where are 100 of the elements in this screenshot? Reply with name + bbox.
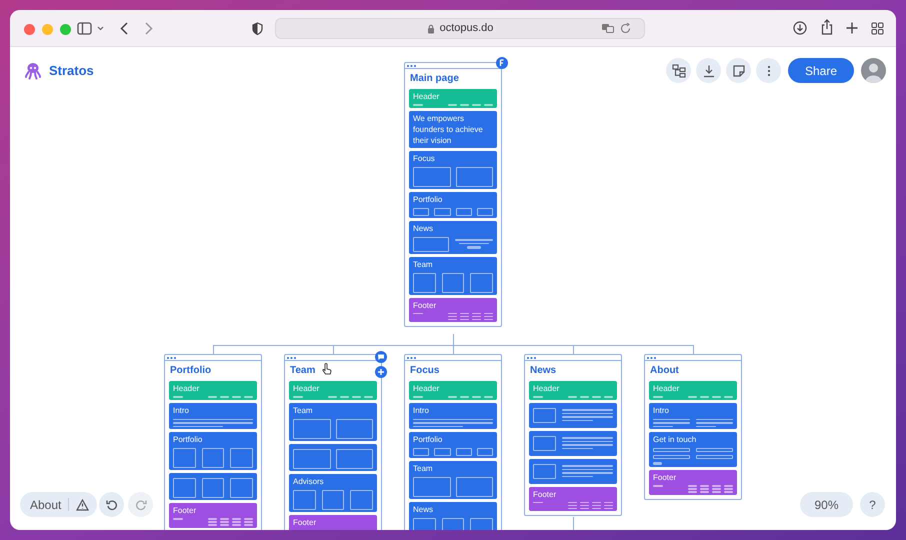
section-label: Header xyxy=(413,383,440,394)
block-section[interactable]: Intro xyxy=(169,402,257,429)
section-label: Get in touch xyxy=(653,434,698,445)
block-section[interactable] xyxy=(529,430,617,456)
section-label: Footer xyxy=(533,488,558,500)
page-title: Focus xyxy=(410,364,440,378)
page-title: Portfolio xyxy=(170,364,212,378)
section-label: Header xyxy=(293,383,320,394)
lock-icon xyxy=(426,24,435,34)
forward-icon[interactable] xyxy=(145,22,153,35)
block-section[interactable]: Focus xyxy=(409,150,497,188)
add-icon[interactable] xyxy=(375,366,387,378)
reload-icon[interactable] xyxy=(620,23,631,34)
header-section[interactable]: Header xyxy=(409,89,497,108)
download-icon[interactable] xyxy=(793,21,807,35)
download-icon xyxy=(702,64,716,78)
block-section[interactable]: Intro xyxy=(649,402,737,429)
app-name[interactable]: Stratos xyxy=(49,61,94,80)
shield-icon[interactable] xyxy=(252,22,263,35)
share-icon[interactable] xyxy=(821,19,833,35)
tab-overview-icon[interactable] xyxy=(871,22,884,35)
block-section[interactable] xyxy=(529,402,617,428)
section-label: Advisors xyxy=(293,476,325,486)
header-section[interactable]: Header xyxy=(649,381,737,400)
block-section[interactable]: Team xyxy=(409,256,497,294)
section-label: Intro xyxy=(413,404,430,416)
block-section[interactable]: Portfolio xyxy=(409,432,497,458)
footer-section[interactable]: Footer xyxy=(529,486,617,511)
page-frame[interactable]: Team Header Team Advisors Footer xyxy=(284,354,382,530)
zoom-level-button[interactable]: 90% xyxy=(800,492,853,517)
block-section[interactable] xyxy=(169,473,257,500)
undo-icon xyxy=(106,498,118,510)
section-label: Team xyxy=(293,404,314,416)
block-section[interactable]: Intro xyxy=(409,402,497,429)
header-section[interactable]: Header xyxy=(409,381,497,400)
section-label: Footer xyxy=(413,300,438,310)
footer-section[interactable]: Footer xyxy=(169,503,257,528)
block-section[interactable] xyxy=(289,444,377,470)
section-label: Team xyxy=(413,463,434,474)
new-tab-icon[interactable] xyxy=(846,22,858,34)
help-button[interactable]: ? xyxy=(860,492,885,517)
block-section[interactable]: Get in touch xyxy=(649,432,737,467)
sidebar-icon[interactable] xyxy=(77,22,92,35)
block-section[interactable]: Advisors xyxy=(289,474,377,512)
block-section[interactable]: Team xyxy=(289,402,377,440)
sitemap-icon xyxy=(672,64,686,78)
block-section[interactable] xyxy=(529,458,617,484)
page-frame[interactable]: About Header Intro Get in touch Footer xyxy=(644,354,742,500)
block-section[interactable]: News xyxy=(409,502,497,530)
comment-icon[interactable] xyxy=(375,351,387,363)
undo-button[interactable] xyxy=(99,492,124,517)
section-label: Intro xyxy=(173,404,190,416)
page-frame[interactable]: Portfolio Header Intro Portfolio Footer xyxy=(164,354,262,530)
block-section[interactable]: Team xyxy=(409,461,497,499)
block-section[interactable]: Portfolio xyxy=(409,192,497,218)
footer-section[interactable]: Footer xyxy=(409,298,497,322)
section-label: Header xyxy=(173,383,200,394)
section-label: Footer xyxy=(653,472,678,483)
block-section[interactable]: We empowers founders to achieve their vision xyxy=(409,110,497,148)
section-label: Team xyxy=(413,258,434,270)
download-button[interactable] xyxy=(696,58,721,83)
section-label: Focus xyxy=(413,152,436,164)
page-title: Team xyxy=(290,364,316,378)
address-field[interactable]: octopus.do xyxy=(275,18,645,39)
header-section[interactable]: Header xyxy=(289,381,377,400)
section-label: Portfolio xyxy=(173,434,204,445)
block-section[interactable]: News xyxy=(409,220,497,254)
block-section[interactable]: Portfolio xyxy=(169,432,257,470)
warning-icon[interactable] xyxy=(76,498,90,510)
page-frame[interactable]: Focus Header Intro Portfolio Team News xyxy=(404,354,502,530)
back-icon[interactable] xyxy=(120,22,128,35)
sticky-note-button[interactable] xyxy=(726,58,751,83)
redo-icon xyxy=(134,498,146,510)
chevron-down-icon[interactable] xyxy=(97,26,104,31)
page-frame[interactable]: News Header Footer xyxy=(524,354,622,516)
footer-section[interactable]: Footer xyxy=(289,514,377,530)
page-title: News xyxy=(530,364,556,378)
page-title: About xyxy=(650,364,679,378)
section-label: Portfolio xyxy=(413,434,444,445)
header-section[interactable]: Header xyxy=(169,381,257,400)
translate-icon[interactable] xyxy=(601,23,615,34)
section-label: Header xyxy=(653,383,680,394)
footer-section[interactable]: Footer xyxy=(649,470,737,494)
header-section[interactable]: Header xyxy=(529,381,617,400)
sitemap-button[interactable] xyxy=(666,58,691,83)
octopus-logo-icon xyxy=(25,62,41,80)
section-label: Footer xyxy=(293,516,318,528)
section-label: Header xyxy=(413,91,440,102)
sticky-note-icon xyxy=(732,64,746,78)
section-label: Footer xyxy=(173,505,198,516)
section-label: We empowers founders to achieve their vision xyxy=(413,112,484,146)
avatar[interactable] xyxy=(861,58,886,83)
section-label: News xyxy=(413,504,434,515)
share-button[interactable]: Share xyxy=(788,58,854,83)
section-label: News xyxy=(413,222,434,234)
about-button[interactable]: About xyxy=(30,496,62,514)
page-title: Main page xyxy=(410,72,459,86)
url-text: octopus.do xyxy=(440,21,494,36)
section-label: Header xyxy=(533,383,560,394)
page-frame[interactable]: Main page Header We empowers founders to achieve their vision Focus Portfolio News Team Footer xyxy=(404,62,502,327)
